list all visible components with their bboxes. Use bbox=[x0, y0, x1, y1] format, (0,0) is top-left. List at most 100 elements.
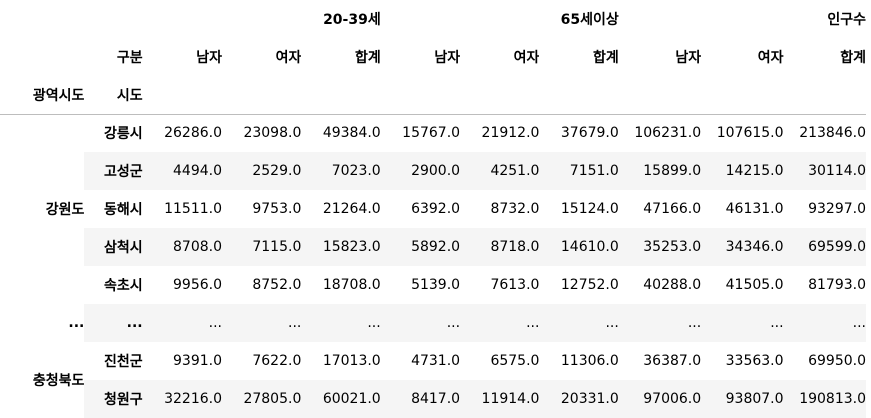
column-group-header: 20-39세 bbox=[323, 12, 381, 28]
table-cell: ... bbox=[142, 304, 222, 342]
table-cell: 93297.0 bbox=[808, 201, 866, 217]
table-row: 동해시 11511.0 9753.0 21264.0 6392.0 8732.0 15124… bbox=[0, 190, 866, 228]
header-filler bbox=[142, 76, 866, 115]
table-cell: 15767.0 bbox=[402, 125, 461, 142]
table-cell: 9956.0 bbox=[173, 277, 222, 293]
population-dataframe-table: 20-39세 65세이상 인구수 구분 남자 여자 합계 남자 여자 합계 남자… bbox=[0, 0, 866, 418]
table-cell: 4731.0 bbox=[411, 353, 461, 369]
table-cell: 41505.0 bbox=[725, 277, 784, 293]
column-group-header: 인구수 bbox=[827, 12, 866, 28]
table-cell: 30114.0 bbox=[783, 152, 866, 190]
table-cell: 7151.0 bbox=[539, 152, 619, 190]
table-row: 청원구 32216.0 27805.0 60021.0 8417.0 11914.0 203… bbox=[0, 380, 866, 418]
table-cell: 8708.0 bbox=[142, 228, 222, 266]
row-index-city: 강릉시 bbox=[104, 126, 143, 143]
table-cell: 40288.0 bbox=[643, 277, 702, 293]
row-index-city: ... bbox=[84, 304, 143, 342]
table-cell: 18708.0 bbox=[322, 277, 381, 293]
table-cell: 8718.0 bbox=[460, 228, 540, 266]
header-corner bbox=[84, 0, 142, 38]
row-index-city: 삼척시 bbox=[84, 228, 143, 266]
table-cell: 81793.0 bbox=[808, 277, 866, 293]
table-cell: 6575.0 bbox=[490, 353, 540, 369]
header-row-groups: 20-39세 65세이상 인구수 bbox=[0, 0, 866, 38]
table-cell: 15899.0 bbox=[618, 152, 702, 190]
table-row: 삼척시 8708.0 7115.0 15823.0 5892.0 8718.0 14610.… bbox=[0, 228, 866, 266]
table-cell: 8417.0 bbox=[380, 380, 461, 418]
column-group-header: 65세이상 bbox=[560, 12, 619, 28]
table-row: 강원도 강릉시 26286.0 23098.0 49384.0 15767.0 21912.… bbox=[0, 114, 866, 218]
row-index-city: 고성군 bbox=[84, 152, 143, 190]
row-index-region: ... bbox=[68, 315, 85, 331]
table-cell: 93807.0 bbox=[701, 380, 784, 418]
column-level-name: 구분 bbox=[116, 50, 143, 66]
table-cell: 26286.0 bbox=[164, 125, 222, 142]
table-cell: 107615.0 bbox=[716, 125, 784, 142]
column-header: 여자 bbox=[757, 50, 784, 66]
table-cell: 49384.0 bbox=[322, 125, 381, 142]
table-cell: 9391.0 bbox=[173, 353, 222, 369]
table-cell: 6392.0 bbox=[411, 201, 461, 217]
table-cell: ... bbox=[783, 304, 866, 342]
table-row: 고성군 4494.0 2529.0 7023.0 2900.0 4251.0 7151.0 1… bbox=[0, 152, 866, 190]
table-cell: 2900.0 bbox=[380, 152, 461, 190]
column-header: 남자 bbox=[434, 50, 461, 66]
header-row-index-names: 광역시도 시도 bbox=[0, 76, 866, 115]
table-cell: 60021.0 bbox=[301, 380, 381, 418]
table-cell: 36387.0 bbox=[643, 353, 702, 369]
table-cell: 15124.0 bbox=[560, 201, 619, 217]
header-corner bbox=[0, 38, 84, 76]
row-index-city: 진천군 bbox=[104, 354, 143, 370]
column-header: 합계 bbox=[593, 50, 619, 66]
table-cell: 33563.0 bbox=[725, 353, 784, 369]
table-cell: 34346.0 bbox=[701, 228, 784, 266]
table-cell: 11914.0 bbox=[460, 380, 540, 418]
table-cell: 27805.0 bbox=[222, 380, 302, 418]
row-index-city: 청원구 bbox=[84, 380, 143, 418]
table-cell: 20331.0 bbox=[539, 380, 619, 418]
table-cell: 2529.0 bbox=[222, 152, 302, 190]
table-body: 강원도 강릉시 26286.0 23098.0 49384.0 15767.0 21912.… bbox=[0, 114, 866, 418]
table-cell: 7622.0 bbox=[252, 353, 302, 369]
table-cell: 46131.0 bbox=[725, 201, 784, 217]
table-cell: 35253.0 bbox=[618, 228, 702, 266]
column-header: 합계 bbox=[354, 50, 381, 66]
table-cell: 190813.0 bbox=[783, 380, 866, 418]
table-cell: 11511.0 bbox=[164, 201, 222, 217]
table-cell: 7023.0 bbox=[301, 152, 381, 190]
table-row: ................................. bbox=[0, 304, 866, 342]
header-corner bbox=[0, 0, 84, 38]
table-cell: 14215.0 bbox=[701, 152, 784, 190]
table-row: 충청북도 진천군 9391.0 7622.0 17013.0 4731.0 6575.0 11… bbox=[0, 342, 866, 389]
table-cell: 11306.0 bbox=[560, 353, 619, 369]
table-cell: 5139.0 bbox=[411, 277, 461, 293]
table-cell: 4494.0 bbox=[142, 152, 222, 190]
row-index-city: 동해시 bbox=[104, 202, 143, 218]
column-header: 여자 bbox=[275, 50, 302, 66]
table-header: 20-39세 65세이상 인구수 구분 남자 여자 합계 남자 여자 합계 남자… bbox=[0, 0, 866, 115]
table-row: 속초시 9956.0 8752.0 18708.0 5139.0 7613.0 12752.… bbox=[0, 266, 866, 304]
table-cell: 4251.0 bbox=[460, 152, 540, 190]
header-row-subcolumns: 구분 남자 여자 합계 남자 여자 합계 남자 여자 합계 bbox=[0, 38, 866, 76]
table-cell: 37679.0 bbox=[560, 125, 619, 142]
table-cell: 47166.0 bbox=[643, 201, 702, 217]
table-cell: 69599.0 bbox=[783, 228, 866, 266]
table-cell: 106231.0 bbox=[634, 125, 702, 142]
table-cell: 17013.0 bbox=[322, 353, 381, 369]
table-cell: ... bbox=[301, 304, 381, 342]
table-cell: 7115.0 bbox=[222, 228, 302, 266]
table-cell: 69950.0 bbox=[808, 353, 866, 369]
table-cell: 15823.0 bbox=[301, 228, 381, 266]
column-header: 합계 bbox=[840, 50, 866, 66]
table-cell: ... bbox=[618, 304, 702, 342]
table-cell: 9753.0 bbox=[252, 201, 302, 217]
column-header: 여자 bbox=[513, 50, 540, 66]
table-cell: ... bbox=[701, 304, 784, 342]
table-cell: 32216.0 bbox=[142, 380, 222, 418]
column-header: 남자 bbox=[196, 50, 222, 66]
table-cell: ... bbox=[380, 304, 461, 342]
table-cell: 97006.0 bbox=[618, 380, 702, 418]
table-cell: 21912.0 bbox=[481, 125, 540, 142]
row-index-city: 속초시 bbox=[104, 278, 143, 294]
table-cell: ... bbox=[460, 304, 540, 342]
